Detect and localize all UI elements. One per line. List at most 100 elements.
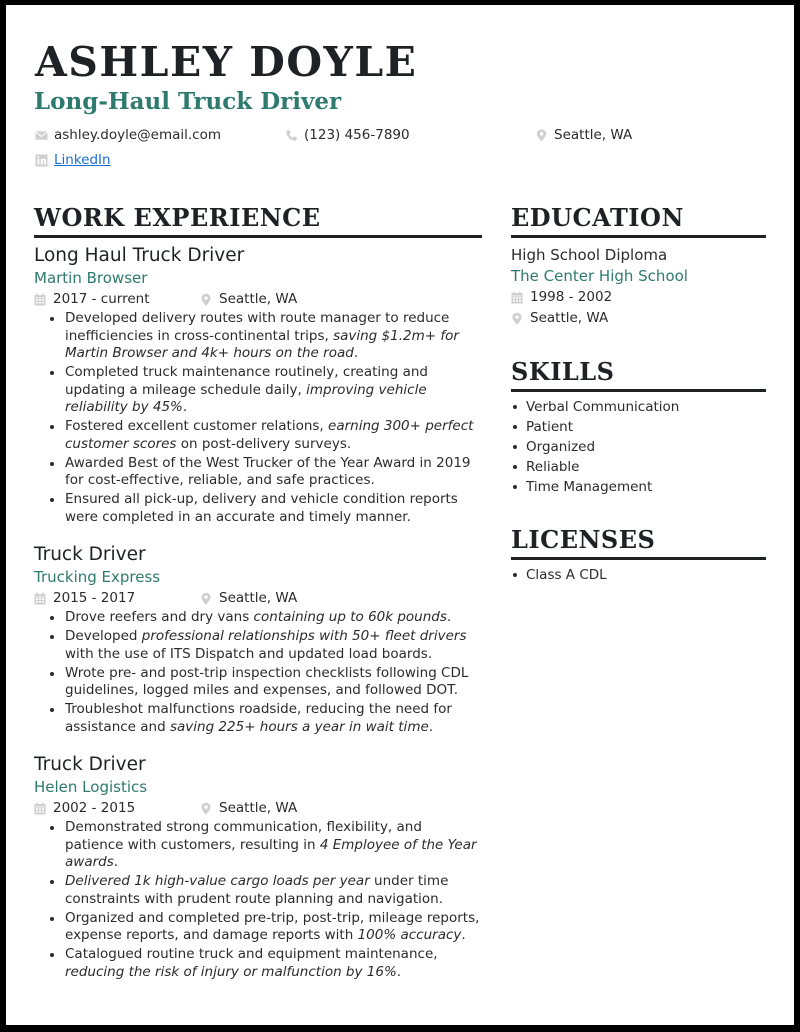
bullet-text: .: [113, 854, 119, 870]
phone-text: (123) 456-7890: [304, 127, 410, 143]
calendar-icon: [34, 802, 46, 815]
calendar-icon: [34, 293, 46, 306]
linkedin-icon: [35, 153, 48, 167]
bullet-text: on post-delivery surveys.: [176, 435, 352, 452]
bullet-highlight: reducing the risk of injury or malfuncti…: [65, 963, 397, 980]
candidate-title: Long-Haul Truck Driver: [34, 88, 342, 115]
bullet-highlight: professional relationships with 50+ flee…: [141, 628, 467, 644]
job-location-text: Seattle, WA: [219, 291, 298, 307]
job-bullet: Developed professional relationships wit…: [46, 628, 482, 663]
job-location: Seattle, WA: [200, 588, 297, 609]
job-meta: 2015 - 2017 Seattle, WA: [34, 588, 482, 609]
job-location: Seattle, WA: [200, 798, 297, 819]
skill-item: Reliable: [511, 457, 766, 477]
skill-item: Time Management: [511, 477, 766, 497]
job-title: Truck Driver: [34, 754, 146, 775]
job-title: Truck Driver: [34, 544, 146, 565]
job-bullets: Developed delivery routes with route man…: [46, 310, 482, 526]
bullet-text: .: [446, 609, 452, 625]
job-company: Martin Browser: [34, 269, 148, 287]
education-location: Seattle, WA: [511, 308, 766, 329]
bullet-text: Catalogued routine truck and equipment m…: [65, 946, 438, 962]
job-list: Long Haul Truck Driver Martin Browser 2017…: [34, 244, 482, 981]
job-bullets: Drove reefers and dry vans containing up…: [46, 609, 482, 736]
bullet-text: Ensured all pick-up, delivery and vehicl…: [65, 491, 458, 525]
contact-email: ashley.doyle@email.com: [35, 126, 221, 144]
map-pin-icon: [201, 802, 211, 815]
job-dates-text: 2017 - current: [53, 291, 150, 307]
skill-item: Organized: [511, 437, 766, 457]
job-bullet: Fostered excellent customer relations, e…: [46, 418, 482, 453]
job-bullet: Demonstrated strong communication, flexi…: [46, 819, 482, 872]
job-bullet: Delivered 1k high-value cargo loads per …: [46, 873, 482, 908]
bullet-highlight: saving 225+ hours a year in wait time: [169, 718, 429, 735]
bullet-text: .: [353, 345, 359, 361]
job-entry: Truck Driver Trucking Express 2015 - 2017 S…: [34, 543, 482, 736]
job-location: Seattle, WA: [200, 289, 297, 310]
education-heading: EDUCATION: [511, 203, 766, 238]
education-degree: High School Diploma: [511, 246, 668, 264]
email-text: ashley.doyle@email.com: [54, 127, 222, 143]
job-entry: Truck Driver Helen Logistics 2002 - 2015 Se…: [34, 753, 482, 981]
bullet-highlight: containing up to 60k pounds: [253, 609, 447, 625]
calendar-icon: [34, 592, 46, 605]
job-bullet: Developed delivery routes with route man…: [46, 310, 482, 363]
envelope-icon: [35, 130, 48, 140]
contact-location: Seattle, WA: [535, 126, 632, 144]
job-bullet: Troubleshot malfunctions roadside, reduc…: [46, 701, 482, 736]
license-item: Class A CDL: [511, 565, 766, 585]
skill-item: Patient: [511, 417, 766, 437]
job-company: Helen Logistics: [34, 778, 148, 796]
job-entry: Long Haul Truck Driver Martin Browser 2017…: [34, 244, 482, 526]
education-dates: 1998 - 2002: [511, 287, 766, 308]
job-bullet: Awarded Best of the West Trucker of the …: [46, 455, 482, 490]
licenses-section: LICENSES Class A CDL: [511, 525, 766, 585]
skills-heading: SKILLS: [511, 357, 766, 392]
resume-page: ASHLEY DOYLE Long-Haul Truck Driver ashl…: [6, 5, 794, 1025]
map-pin-icon: [201, 293, 211, 306]
location-text: Seattle, WA: [554, 127, 633, 143]
bullet-text: .: [396, 963, 402, 980]
contact-phone: (123) 456-7890: [285, 126, 410, 144]
job-location-text: Seattle, WA: [219, 590, 298, 606]
skills-list: Verbal Communication Patient Organized R…: [511, 397, 766, 497]
job-location-text: Seattle, WA: [219, 800, 298, 816]
calendar-icon: [511, 291, 523, 304]
skills-section: SKILLS Verbal Communication Patient Orga…: [511, 357, 766, 497]
map-pin-icon: [201, 592, 211, 605]
candidate-name: ASHLEY DOYLE: [35, 38, 418, 86]
skill-item: Verbal Communication: [511, 397, 766, 417]
map-pin-icon: [536, 128, 547, 142]
bullet-text: Fostered excellent customer relations,: [65, 418, 329, 434]
contact-linkedin: LinkedIn: [35, 151, 111, 169]
job-dates-text: 2002 - 2015: [53, 800, 136, 816]
education-section: EDUCATION High School Diploma The Center…: [511, 203, 766, 329]
job-bullets: Demonstrated strong communication, flexi…: [46, 819, 482, 981]
bullet-text: Wrote pre- and post-trip inspection chec…: [65, 664, 469, 699]
job-bullet: Organized and completed pre-trip, post-t…: [46, 910, 482, 945]
map-pin-icon: [512, 312, 522, 325]
education-school: The Center High School: [511, 267, 688, 285]
phone-icon: [286, 129, 297, 141]
job-meta: 2002 - 2015 Seattle, WA: [34, 798, 482, 819]
job-bullet: Catalogued routine truck and equipment m…: [46, 946, 482, 981]
work-experience-section: WORK EXPERIENCE Long Haul Truck Driver Ma…: [34, 203, 482, 983]
job-bullet: Ensured all pick-up, delivery and vehicl…: [46, 491, 482, 526]
job-title: Long Haul Truck Driver: [34, 245, 245, 266]
job-meta: 2017 - current Seattle, WA: [34, 289, 482, 310]
education-location-text: Seattle, WA: [530, 310, 609, 326]
bullet-text: Awarded Best of the West Trucker of the …: [65, 454, 471, 489]
education-dates-text: 1998 - 2002: [530, 289, 613, 305]
job-company: Trucking Express: [34, 568, 161, 586]
bullet-highlight: 100% accuracy: [357, 927, 462, 943]
bullet-text: .: [461, 927, 466, 943]
bullet-text: Developed: [65, 628, 142, 644]
work-experience-heading: WORK EXPERIENCE: [34, 203, 482, 238]
bullet-text: Drove reefers and dry vans: [65, 609, 254, 625]
linkedin-link[interactable]: LinkedIn: [54, 151, 111, 169]
job-bullet: Drove reefers and dry vans containing up…: [46, 609, 482, 627]
licenses-heading: LICENSES: [511, 525, 766, 560]
job-bullet: Completed truck maintenance routinely, c…: [46, 364, 482, 417]
job-dates: 2002 - 2015: [34, 798, 200, 819]
bullet-text: .: [428, 718, 434, 735]
